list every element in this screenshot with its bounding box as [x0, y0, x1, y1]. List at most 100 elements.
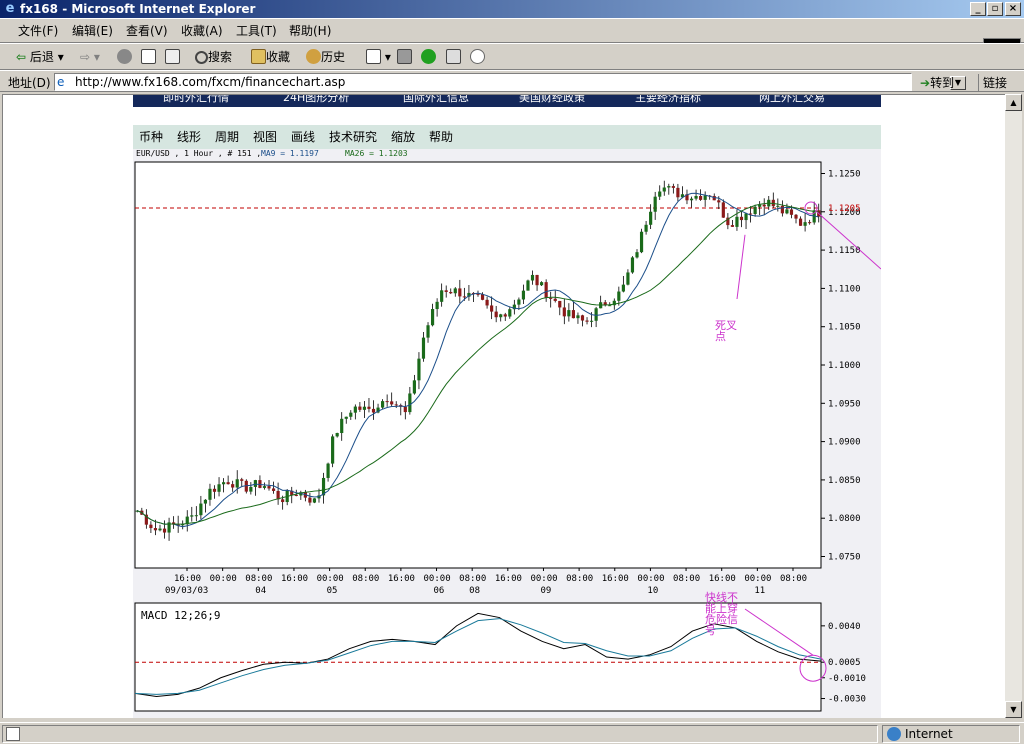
date-tick-label: 04	[255, 586, 266, 596]
time-tick-label: 16:00	[709, 574, 736, 584]
chart-menu-study[interactable]: 技术研究	[329, 129, 377, 145]
candle-body	[703, 195, 707, 200]
candle-body	[717, 200, 721, 203]
status-text	[2, 725, 878, 743]
time-tick-label: 16:00	[281, 574, 308, 584]
candle-body	[367, 406, 371, 409]
price-plot-frame	[134, 161, 822, 569]
site-nav: 即时外汇行情 24H图形分析 国际外汇信息 美国财经政策 主要经济指标 网上外汇…	[133, 95, 881, 107]
menu-view[interactable]: 查看(V)	[126, 23, 168, 39]
links-button[interactable]: 链接	[978, 74, 1007, 91]
candle-body	[721, 202, 725, 218]
chart-menu-view[interactable]: 视图	[253, 129, 277, 145]
candle-body	[649, 211, 653, 225]
time-tick-label: 08:00	[673, 574, 700, 584]
candle-body	[540, 282, 544, 286]
search-button[interactable]: 搜索	[195, 48, 232, 66]
msn-button[interactable]	[421, 48, 436, 66]
print-button[interactable]	[397, 48, 412, 66]
candle-body	[558, 300, 562, 308]
chart-menu-zoom[interactable]: 缩放	[391, 129, 415, 145]
menu-tools[interactable]: 工具(T)	[236, 23, 277, 39]
vertical-scrollbar[interactable]: ▲ ▼	[1005, 94, 1022, 718]
candle-body	[358, 406, 362, 410]
mail-button[interactable]: ▾	[366, 48, 391, 66]
candle-body	[635, 252, 639, 258]
maximize-button[interactable]: ▫	[987, 2, 1003, 16]
candle-body	[490, 305, 494, 312]
go-button[interactable]: ➔转到	[920, 74, 954, 91]
refresh-button[interactable]	[141, 48, 156, 66]
candle-body	[667, 186, 671, 188]
candle-body	[217, 484, 221, 492]
chart-area: EUR/USD , 1 Hour , # 151 , MA9 = 1.1197 MA…	[133, 149, 929, 718]
time-tick-label: 08:00	[566, 574, 593, 584]
time-tick-label: 16:00	[174, 574, 201, 584]
msn-icon	[421, 49, 436, 64]
price-y-tick-label: 1.1100	[828, 284, 861, 294]
candle-body	[385, 401, 389, 403]
menu-file[interactable]: 文件(F)	[18, 23, 58, 39]
site-nav-item[interactable]: 美国财经政策	[519, 95, 585, 104]
time-tick-label: 08:00	[459, 574, 486, 584]
candle-body	[630, 257, 635, 273]
site-nav-item[interactable]: 主要经济指标	[635, 95, 701, 104]
candle-body	[262, 486, 267, 488]
candle-body	[231, 484, 235, 488]
annotation-leader-line	[816, 211, 882, 270]
edit-button[interactable]	[446, 48, 461, 66]
price-chart[interactable]: EUR/USD , 1 Hour , # 151 , MA9 = 1.1197 MA…	[133, 149, 929, 718]
stop-icon	[117, 49, 132, 64]
stop-button[interactable]	[117, 48, 132, 66]
menu-favorites[interactable]: 收藏(A)	[181, 23, 223, 39]
close-button[interactable]: ×	[1005, 2, 1021, 16]
macd-y-tick-label: -0.0010	[828, 674, 866, 684]
history-label: 历史	[321, 50, 346, 64]
candle-body	[199, 503, 203, 516]
candle-body	[435, 301, 439, 310]
candle-body	[639, 231, 644, 253]
chart-menu-help[interactable]: 帮助	[429, 129, 453, 145]
chart-menu-draw[interactable]: 画线	[291, 129, 315, 145]
print-icon	[397, 49, 412, 64]
menu-help[interactable]: 帮助(H)	[289, 23, 331, 39]
security-zone: Internet	[882, 725, 1020, 743]
menu-edit[interactable]: 编辑(E)	[72, 23, 113, 39]
scroll-down-button[interactable]: ▼	[1005, 701, 1022, 718]
candle-body	[412, 380, 416, 394]
candle-body	[353, 406, 357, 413]
minimize-button[interactable]: _	[970, 2, 986, 16]
back-button[interactable]: ⇦ 后退 ▾	[16, 48, 64, 66]
favorites-button[interactable]: 收藏	[251, 48, 290, 66]
site-nav-item[interactable]: 国际外汇信息	[403, 95, 469, 104]
chart-header-ma26: MA26 = 1.1203	[345, 149, 408, 158]
site-nav-item[interactable]: 24H图形分析	[283, 95, 349, 104]
address-url: http://www.fx168.com/fxcm/financechart.a…	[75, 75, 346, 89]
candle-body	[808, 222, 812, 224]
price-y-tick-label: 1.0950	[828, 399, 861, 409]
site-nav-item[interactable]: 网上外汇交易	[759, 95, 825, 104]
history-button[interactable]: 历史	[306, 48, 345, 66]
macd-title: MACD 12;26;9	[141, 609, 220, 622]
scroll-up-button[interactable]: ▲	[1005, 94, 1022, 111]
site-nav-item[interactable]: 即时外汇行情	[163, 95, 229, 104]
candle-body	[580, 315, 585, 321]
date-tick-label: 06	[434, 586, 445, 596]
candle-body	[653, 196, 657, 212]
candle-body	[421, 337, 426, 359]
forward-arrow-icon: ⇨	[80, 50, 91, 64]
candle-body	[335, 433, 339, 437]
candle-body	[658, 191, 662, 197]
internet-globe-icon	[887, 727, 901, 741]
forward-button[interactable]: ⇨ ▾	[80, 48, 100, 66]
chart-menu-line[interactable]: 线形	[177, 129, 201, 145]
messenger-button[interactable]	[470, 48, 485, 66]
candle-body	[776, 205, 780, 207]
address-input[interactable]: e http://www.fx168.com/fxcm/financechart…	[54, 73, 966, 91]
chart-menu-currency[interactable]: 币种	[139, 129, 163, 145]
candle-body	[626, 272, 630, 285]
home-button[interactable]	[165, 48, 180, 66]
chart-menu-period[interactable]: 周期	[215, 129, 239, 145]
candle-body	[267, 486, 271, 489]
time-tick-label: 16:00	[602, 574, 629, 584]
